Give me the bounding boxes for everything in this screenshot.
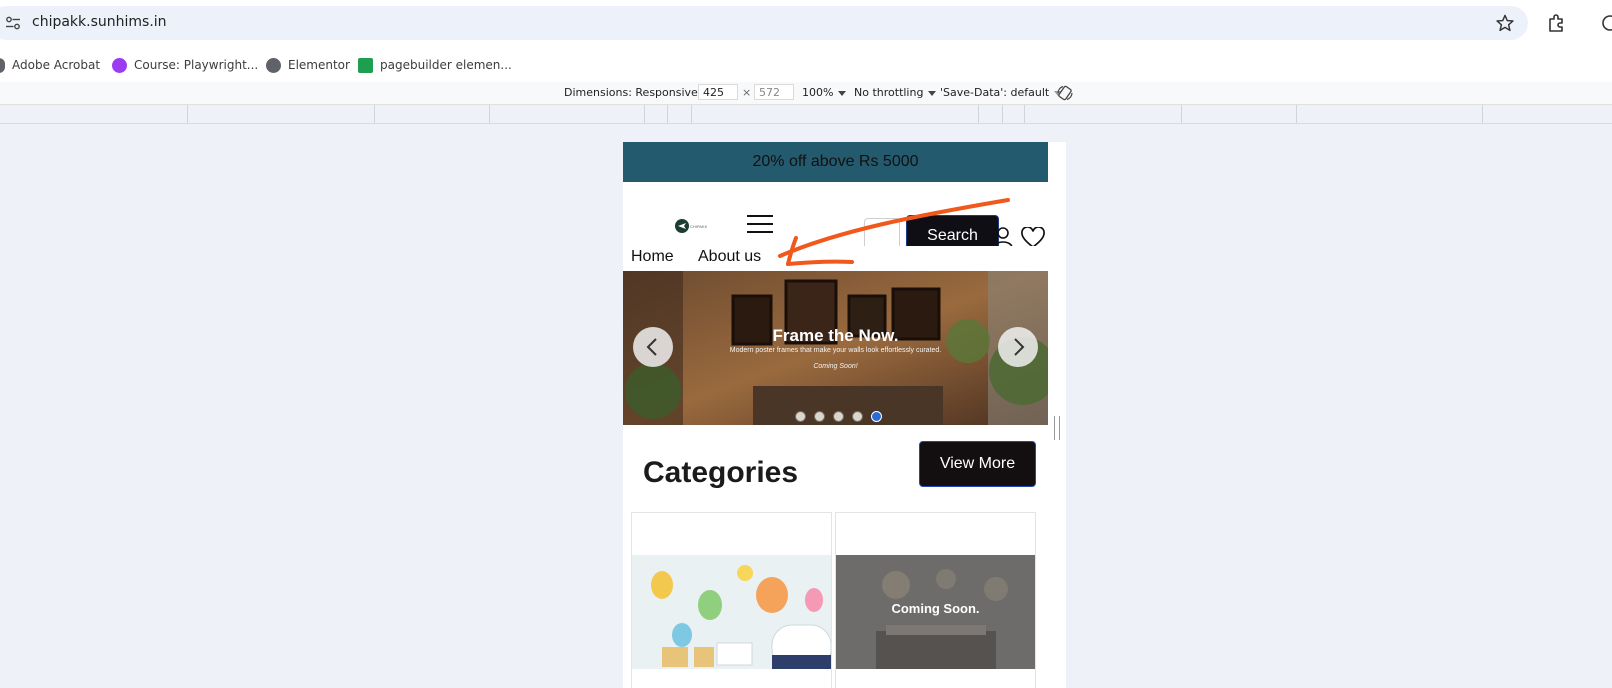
zoom-dropdown[interactable]: 100% [802, 86, 847, 99]
logo-text: CHIPAKK [690, 224, 708, 229]
ruler-tick [691, 105, 692, 123]
bookmark-pagebuilder[interactable]: pagebuilder elemen... [358, 56, 512, 74]
throttling-label: No throttling [854, 86, 924, 99]
view-more-button[interactable]: View More [919, 441, 1036, 487]
hero-slider: Frame the Now. Modern poster frames that… [623, 271, 1048, 425]
slide-dot-3[interactable] [833, 411, 844, 422]
ruler-tick [1024, 105, 1025, 123]
chevron-left-icon [646, 338, 657, 356]
hero-title: Frame the Now. [772, 326, 899, 345]
category-image-kids [632, 555, 831, 669]
promo-banner: 20% off above Rs 5000 [623, 142, 1048, 182]
course-icon [112, 57, 127, 73]
zoom-label: 100% [802, 86, 834, 99]
category-card[interactable]: Coming Soon. [835, 512, 1036, 688]
categories-heading: Categories [643, 456, 799, 489]
category-image-coming-soon: Coming Soon. [836, 555, 1035, 669]
user-icon[interactable] [992, 226, 1014, 248]
ruler-tick [374, 105, 375, 123]
height-input[interactable]: 572 [754, 84, 794, 100]
device-toolbar: Dimensions: Responsive 425 × 572 100% No… [0, 82, 1612, 105]
bookmark-label: Elementor [288, 58, 350, 72]
globe-icon [0, 57, 5, 73]
ruler-tick [978, 105, 979, 123]
ruler-tick [187, 105, 188, 123]
hero-cta: Coming Soon! [813, 363, 858, 370]
bookmark-course-playwright[interactable]: Course: Playwright... [112, 56, 258, 74]
slide-dots [795, 411, 882, 423]
device-frame-edge [1048, 142, 1066, 688]
ruler-tick [1482, 105, 1483, 123]
bookmark-adobe-acrobat[interactable]: Adobe Acrobat [0, 56, 100, 74]
site-settings-icon[interactable] [6, 16, 20, 30]
address-bar[interactable] [0, 6, 1528, 40]
ruler-tick [1002, 105, 1003, 123]
coming-soon-label: Coming Soon. [891, 601, 980, 616]
category-card[interactable] [631, 512, 832, 688]
hero-subtitle: Modern poster frames that make your wall… [729, 347, 942, 354]
chevron-down-icon [838, 90, 847, 96]
slide-dot-4[interactable] [852, 411, 863, 422]
resize-handle[interactable] [1054, 416, 1060, 440]
slide-dot-5[interactable] [871, 411, 882, 422]
next-slide-button[interactable] [998, 327, 1038, 367]
chevron-right-icon [1014, 338, 1025, 356]
bookmarks-bar: Adobe Acrobat Course: Playwright... Elem… [0, 46, 1612, 83]
media-query-ruler [0, 105, 1612, 124]
menu-icon[interactable] [747, 215, 773, 233]
ruler-tick [667, 105, 668, 123]
width-input[interactable]: 425 [698, 84, 738, 100]
ruler-tick [1181, 105, 1182, 123]
ruler-tick [1296, 105, 1297, 123]
site-logo[interactable]: CHIPAKK [675, 218, 711, 234]
sheets-icon [358, 57, 373, 73]
slide-dot-2[interactable] [814, 411, 825, 422]
nav-about-us[interactable]: About us [698, 248, 761, 266]
prev-slide-button[interactable] [633, 327, 673, 367]
times-sign: × [742, 86, 752, 99]
device-viewport: 20% off above Rs 5000 CHIPAKK Search Hom… [623, 142, 1048, 688]
globe-icon [266, 57, 281, 73]
promo-text: 20% off above Rs 5000 [752, 153, 919, 170]
save-data-dropdown[interactable]: 'Save-Data': default [940, 86, 1063, 99]
ruler-tick [489, 105, 490, 123]
bookmark-label: Adobe Acrobat [12, 58, 101, 72]
throttling-dropdown[interactable]: No throttling [854, 86, 937, 99]
slide-dot-1[interactable] [795, 411, 806, 422]
nav-home[interactable]: Home [631, 248, 674, 266]
url-text[interactable]: chipakk.sunhims.in [32, 14, 167, 30]
dimensions-dropdown[interactable]: Dimensions: Responsive [564, 86, 711, 99]
main-nav: Home About us [623, 246, 1048, 270]
extensions-icon[interactable] [1547, 13, 1567, 33]
ruler-tick [644, 105, 645, 123]
bookmark-label: Course: Playwright... [134, 58, 259, 72]
dimensions-label: Dimensions: Responsive [564, 86, 698, 99]
bookmark-elementor[interactable]: Elementor [266, 56, 350, 74]
bookmark-label: pagebuilder elemen... [380, 58, 512, 72]
sync-icon[interactable] [1600, 13, 1612, 33]
save-data-label: 'Save-Data': default [940, 86, 1050, 99]
bookmark-star-icon[interactable] [1496, 14, 1514, 32]
rotate-icon[interactable] [1056, 84, 1074, 102]
chevron-down-icon [928, 90, 937, 96]
